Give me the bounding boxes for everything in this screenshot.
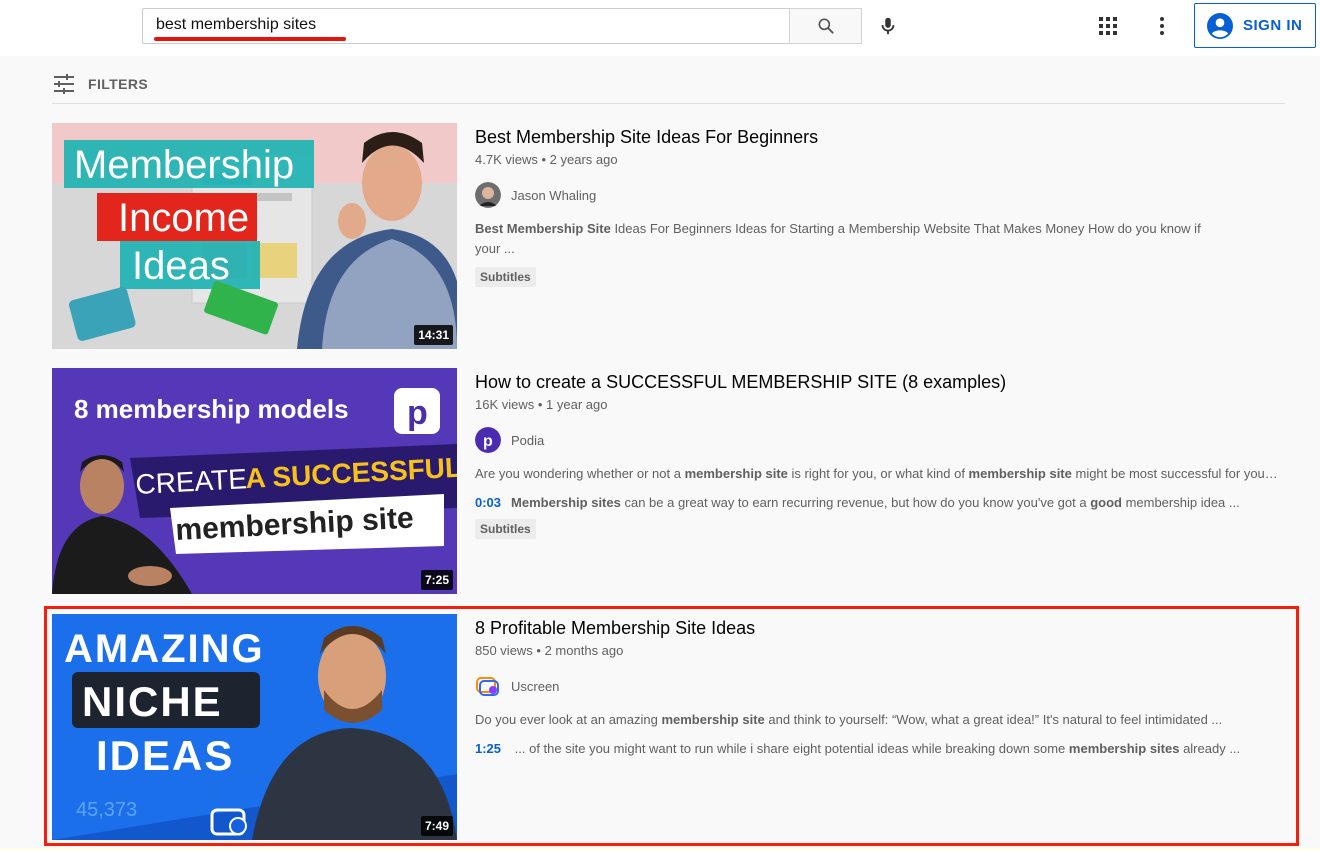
video-title[interactable]: How to create a SUCCESSFUL MEMBERSHIP SI… [475,369,1285,395]
masthead: best membership sites SIGN IN [0,0,1320,56]
video-result: Membership Income Ideas 14:31 Best Membe… [52,123,1292,349]
search-query-text: best membership sites [156,16,317,33]
sign-in-button[interactable]: SIGN IN [1194,3,1316,48]
video-title[interactable]: Best Membership Site Ideas For Beginners [475,124,1285,150]
channel-name: Podia [511,432,545,448]
voice-search-button[interactable] [872,10,904,42]
apps-button[interactable] [1094,12,1122,40]
svg-text:p: p [483,433,493,450]
channel-link[interactable]: p Podia [475,426,1285,454]
avatar [475,182,501,208]
filter-sliders-icon [54,74,74,94]
channel-link[interactable]: Jason Whaling [475,181,1285,209]
annotation-highlight-box [44,606,1299,846]
search-icon [818,18,834,34]
video-thumbnail[interactable]: 8 membership models p CREATE A SUCCESSFU… [52,368,457,594]
thumb-top-text: 8 membership models [74,394,349,424]
video-metadata: 16K views • 1 year ago [475,397,608,412]
thumb-line-2: Income [118,196,249,240]
thumb-line-1: Membership [74,143,294,187]
video-duration: 14:31 [414,325,453,345]
subtitles-badge: Subtitles [475,519,536,539]
video-thumbnail[interactable]: Membership Income Ideas 14:31 [52,123,457,349]
thumbnail-art: 8 membership models p CREATE A SUCCESSFU… [52,368,457,594]
thumbnail-art: Membership Income Ideas [52,123,457,349]
microphone-icon [881,17,895,35]
divider [52,103,1285,104]
more-vertical-icon [1160,17,1164,35]
search-input[interactable]: best membership sites [142,8,790,44]
settings-menu-button[interactable] [1148,12,1176,40]
apps-grid-icon [1099,17,1117,35]
video-description: Are you wondering whether or not a membe… [475,466,1281,510]
search-button[interactable] [789,8,862,44]
video-result: 8 membership models p CREATE A SUCCESSFU… [52,368,1292,594]
thumb-create: CREATE [135,463,248,500]
account-circle-icon [1207,12,1233,39]
search-annotation-underline [154,37,346,41]
channel-name: Jason Whaling [511,187,597,203]
subtitles-badge: Subtitles [475,267,536,287]
filters-label: FILTERS [88,76,149,92]
video-metadata: 4.7K views • 2 years ago [475,152,618,167]
podia-logo: p [407,394,428,432]
sign-in-label: SIGN IN [1243,17,1303,34]
video-duration: 7:25 [420,570,453,590]
timestamp-link[interactable]: 0:03 [475,495,501,510]
avatar: p [475,427,501,453]
video-description: Best Membership Site Ideas For Beginners… [475,221,1201,256]
filters-button[interactable]: FILTERS [52,71,148,97]
